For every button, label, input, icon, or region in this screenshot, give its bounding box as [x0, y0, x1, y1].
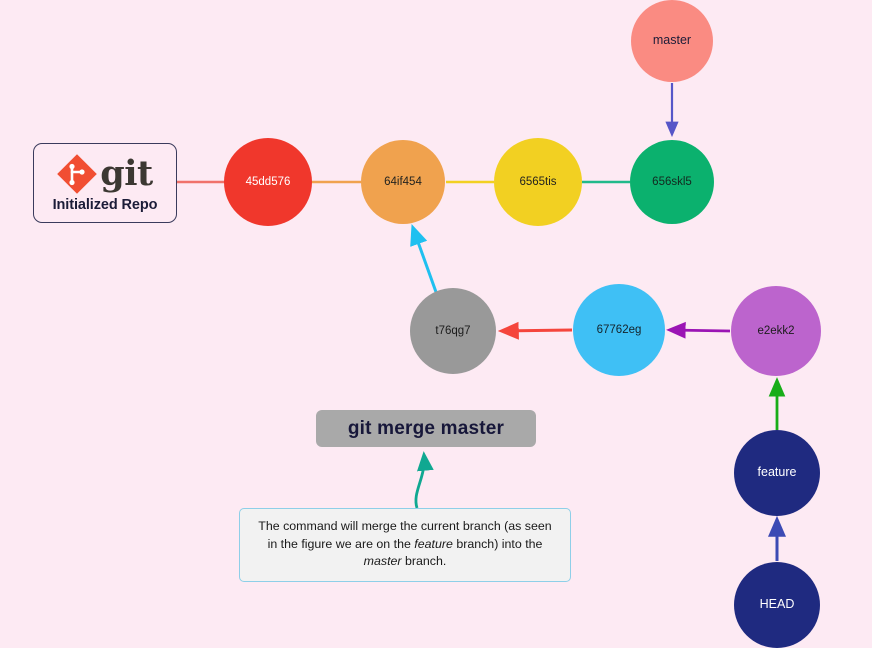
commit-label: 67762eg [596, 323, 642, 336]
git-logo-icon [57, 153, 98, 194]
commit-node-656skl5[interactable]: 656skl5 [630, 140, 714, 224]
commit-node-45dd576[interactable]: 45dd576 [224, 138, 312, 226]
commit-label: 656skl5 [652, 175, 692, 188]
tip-part-2: branch) into the [452, 536, 543, 551]
edge-tooltip-to-command [414, 451, 434, 509]
tip-em-master: master [363, 554, 402, 569]
diagram-canvas: git Initialized Repo 45dd576 64if454 656… [0, 0, 872, 648]
git-command-chip[interactable]: git merge master [316, 410, 536, 447]
pointer-label: HEAD [759, 597, 795, 612]
repo-caption: Initialized Repo [52, 196, 158, 213]
commit-node-64if454[interactable]: 64if454 [361, 140, 445, 224]
commit-label: e2ekk2 [757, 324, 795, 337]
branch-node-feature[interactable]: feature [734, 430, 820, 516]
branch-label: master [652, 33, 692, 48]
commit-label: 64if454 [384, 175, 422, 188]
explanation-tooltip: The command will merge the current branc… [239, 508, 571, 582]
pointer-node-head[interactable]: HEAD [734, 562, 820, 648]
tip-part-3: branch. [401, 554, 447, 569]
git-logo: git [57, 152, 153, 194]
commit-node-t76qg7[interactable]: t76qg7 [410, 288, 496, 374]
edge-t76qg7-to-64if454 [410, 224, 438, 293]
edge-e2ekk2-to-67762eg [666, 321, 731, 339]
git-wordmark: git [100, 152, 153, 194]
commit-node-67762eg[interactable]: 67762eg [573, 284, 665, 376]
commit-label: 45dd576 [245, 175, 291, 188]
commit-node-6565tis[interactable]: 6565tis [494, 138, 582, 226]
commit-node-e2ekk2[interactable]: e2ekk2 [731, 286, 821, 376]
edge-67762eg-to-t76qg7 [497, 321, 573, 340]
branch-node-master[interactable]: master [631, 0, 713, 82]
initialized-repo-card: git Initialized Repo [33, 143, 177, 223]
branch-label: feature [757, 465, 797, 480]
commit-label: 6565tis [519, 175, 557, 188]
tip-em-feature: feature [414, 536, 453, 551]
git-command-label: git merge master [347, 417, 505, 439]
explanation-text: The command will merge the current branc… [252, 518, 558, 571]
commit-label: t76qg7 [435, 324, 471, 337]
